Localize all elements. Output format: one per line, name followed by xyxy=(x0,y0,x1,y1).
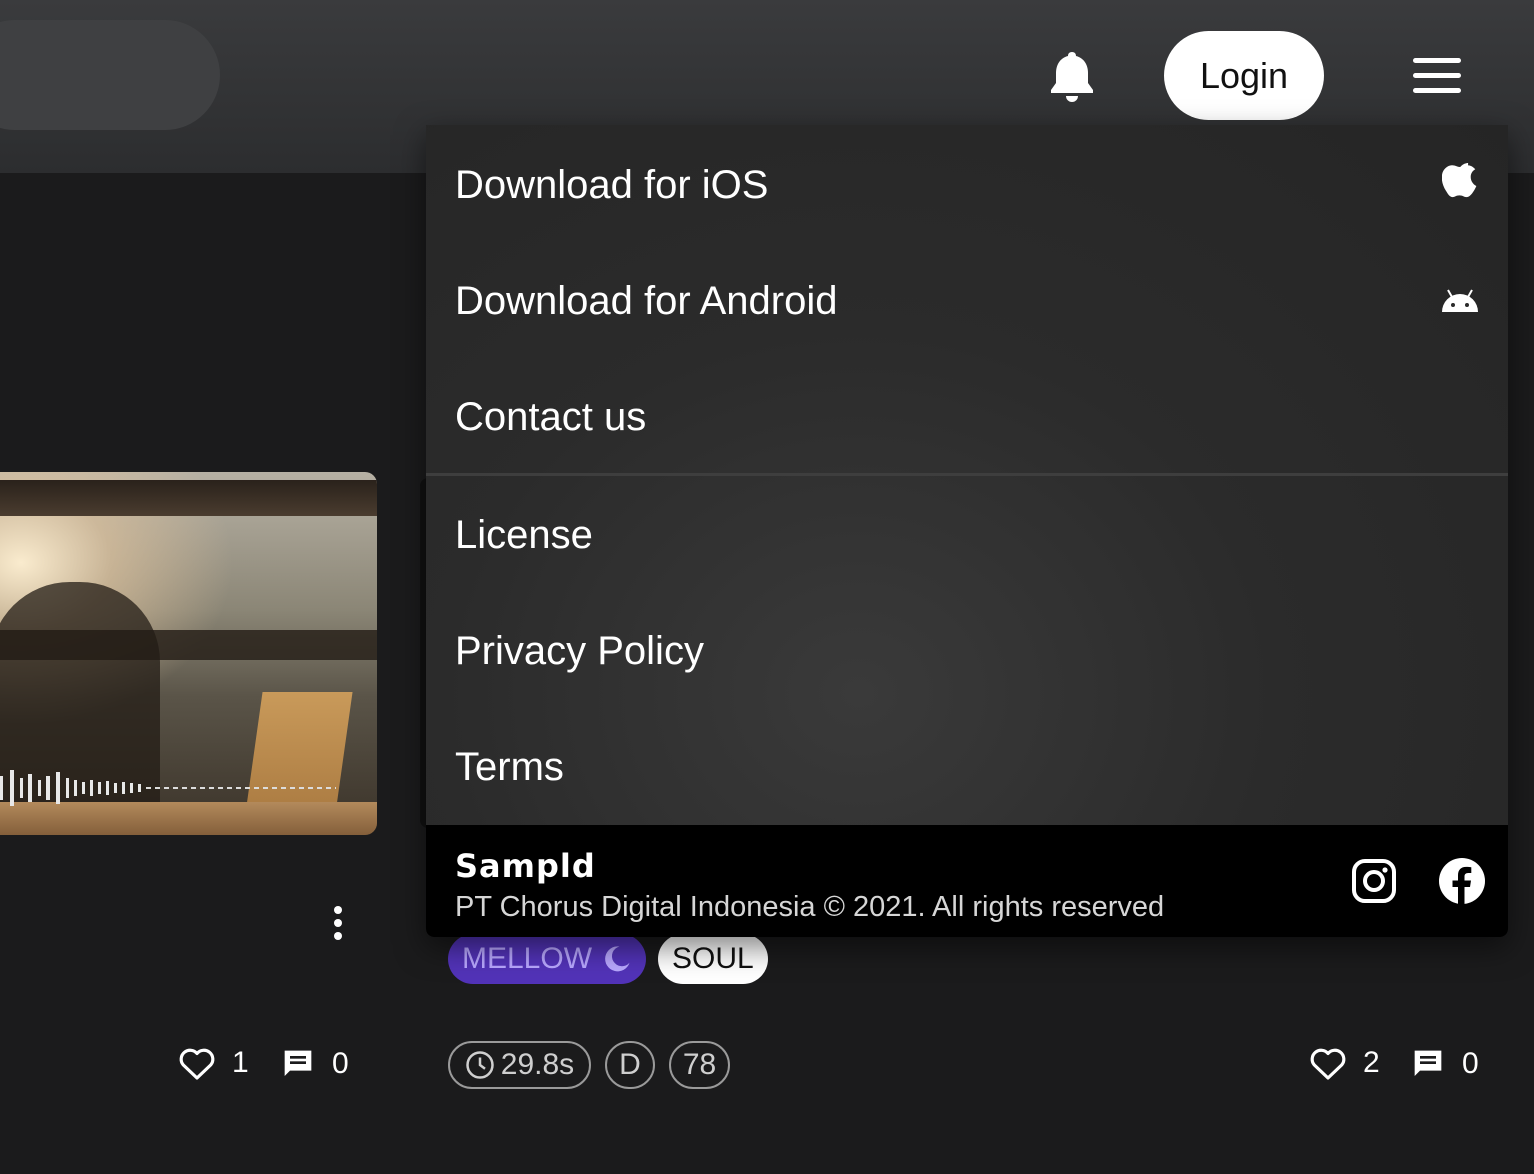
left-comment-button[interactable]: 0 xyxy=(282,1047,349,1081)
search-bar[interactable] xyxy=(0,20,220,130)
duration-chip: 29.8s xyxy=(448,1041,591,1089)
moon-icon xyxy=(605,946,630,972)
menu-item-label: Terms xyxy=(455,744,564,789)
comment-count: 0 xyxy=(332,1047,349,1080)
menu-item-download-android[interactable]: Download for Android xyxy=(426,243,1508,359)
heart-icon xyxy=(179,1048,215,1080)
menu-item-label: License xyxy=(455,512,593,557)
key-chip: D xyxy=(605,1041,655,1089)
right-comment-button[interactable]: 0 xyxy=(1412,1047,1479,1081)
heart-icon xyxy=(1310,1048,1346,1080)
like-count: 1 xyxy=(232,1046,249,1079)
comment-icon xyxy=(284,1050,312,1076)
menu-divider xyxy=(426,473,1508,476)
right-like-button[interactable]: 2 xyxy=(1309,1045,1380,1081)
key-value: D xyxy=(619,1048,641,1081)
menu-item-terms[interactable]: Terms xyxy=(426,709,1508,825)
clock-icon xyxy=(466,1051,494,1079)
track-artwork[interactable] xyxy=(0,472,377,835)
menu-item-license[interactable]: License xyxy=(426,477,1508,593)
duration-value: 29.8s xyxy=(500,1048,575,1081)
waveform[interactable] xyxy=(0,768,340,808)
menu-footer: Sampld PT Chorus Digital Indonesia © 202… xyxy=(426,825,1508,937)
menu-item-download-ios[interactable]: Download for iOS xyxy=(426,127,1508,243)
left-like-button[interactable]: 1 xyxy=(178,1045,249,1081)
android-icon xyxy=(1442,289,1478,312)
brand-logo: Sampld xyxy=(455,847,596,885)
comment-icon xyxy=(1414,1050,1442,1076)
dropdown-menu: Download for iOS Download for Android Co… xyxy=(426,125,1508,937)
tag-label: MELLOW xyxy=(462,942,593,975)
bpm-chip: 78 xyxy=(669,1041,730,1089)
comment-count: 0 xyxy=(1462,1047,1479,1080)
menu-item-label: Download for iOS xyxy=(455,162,769,207)
tag-label: SOUL xyxy=(672,942,754,975)
login-button[interactable]: Login xyxy=(1164,31,1324,120)
instagram-icon[interactable] xyxy=(1350,857,1398,905)
menu-item-label: Download for Android xyxy=(455,278,838,323)
page: Login 1 0 MELLOW SOUL 29.8s D 78 2 0 Dow… xyxy=(0,0,1534,1174)
menu-item-label: Contact us xyxy=(455,394,647,439)
apple-icon xyxy=(1442,163,1477,198)
more-options-icon[interactable] xyxy=(330,906,346,942)
copyright-text: PT Chorus Digital Indonesia © 2021. All … xyxy=(455,891,1165,923)
tag-mellow[interactable]: MELLOW xyxy=(448,934,647,984)
menu-item-privacy-policy[interactable]: Privacy Policy xyxy=(426,593,1508,709)
notification-bell-icon[interactable] xyxy=(1050,50,1094,104)
facebook-icon[interactable] xyxy=(1438,857,1486,905)
like-count: 2 xyxy=(1363,1046,1380,1079)
bpm-value: 78 xyxy=(682,1048,717,1081)
menu-item-label: Privacy Policy xyxy=(455,628,704,673)
menu-hamburger-icon[interactable] xyxy=(1413,58,1461,94)
tag-soul[interactable]: SOUL xyxy=(658,934,768,984)
menu-item-contact-us[interactable]: Contact us xyxy=(426,359,1508,475)
